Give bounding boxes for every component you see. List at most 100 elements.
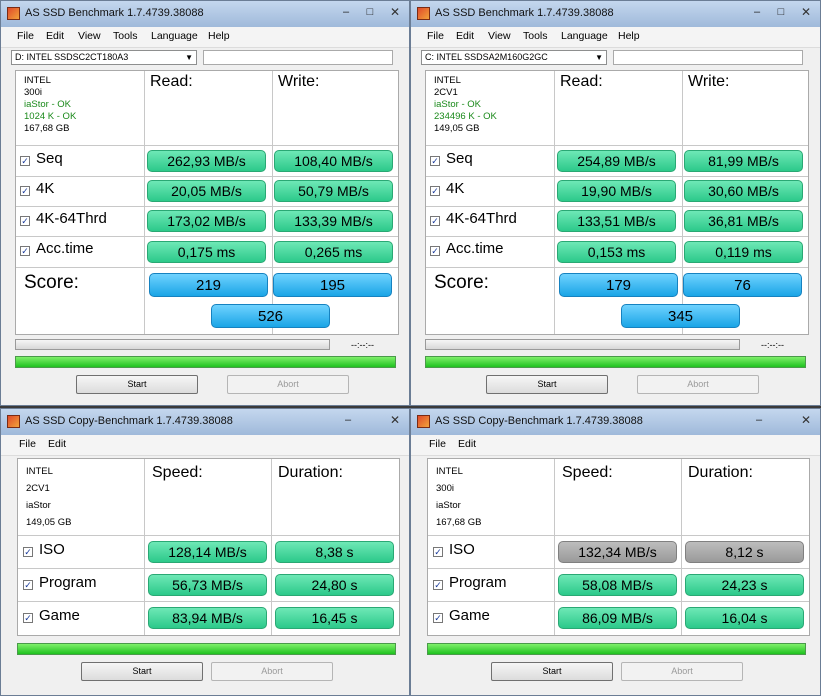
start-button[interactable]: Start bbox=[76, 375, 198, 394]
game-label: Game bbox=[39, 607, 80, 624]
minimize-button[interactable]: – bbox=[746, 4, 768, 21]
drive-select[interactable]: C: INTEL SSDSA2M160G2GC ▼ bbox=[421, 50, 607, 65]
menu-file[interactable]: File bbox=[17, 30, 34, 42]
title-bar[interactable]: AS SSD Copy-Benchmark 1.7.4739.38088 – ✕ bbox=[1, 409, 409, 436]
grid-divider bbox=[16, 267, 398, 268]
close-button[interactable]: ✕ bbox=[383, 412, 407, 429]
drive-info: INTEL 300i iaStor - OK 1024 K - OK 167,6… bbox=[24, 75, 76, 135]
copy-benchmark-window-2: AS SSD Copy-Benchmark 1.7.4739.38088 – ✕… bbox=[410, 408, 821, 696]
4k-checkbox[interactable]: ✓ bbox=[430, 186, 440, 196]
grid-divider bbox=[426, 236, 808, 237]
grid-divider bbox=[16, 176, 398, 177]
menu-help[interactable]: Help bbox=[618, 30, 640, 42]
start-button[interactable]: Start bbox=[81, 662, 203, 681]
abort-button[interactable]: Abort bbox=[227, 375, 349, 394]
minimize-button[interactable]: – bbox=[337, 412, 359, 429]
drive-select[interactable]: D: INTEL SSDSC2CT180A3 ▼ bbox=[11, 50, 197, 65]
menu-file[interactable]: File bbox=[429, 438, 446, 450]
grid-divider bbox=[426, 267, 808, 268]
minimize-button[interactable]: – bbox=[335, 4, 357, 21]
iso-checkbox[interactable]: ✓ bbox=[23, 547, 33, 557]
4k-checkbox[interactable]: ✓ bbox=[20, 186, 30, 196]
menu-view[interactable]: View bbox=[78, 30, 101, 42]
window-content: C: INTEL SSDSA2M160G2GC ▼ INTEL 2CV1 iaS… bbox=[411, 48, 820, 405]
drive-info: INTEL 300i iaStor 167,68 GB bbox=[436, 463, 481, 531]
iso-duration-value: 8,38 s bbox=[275, 541, 394, 563]
acctime-checkbox[interactable]: ✓ bbox=[20, 246, 30, 256]
menu-file[interactable]: File bbox=[19, 438, 36, 450]
maximize-button[interactable]: □ bbox=[359, 4, 381, 21]
title-bar[interactable]: AS SSD Copy-Benchmark 1.7.4739.38088 – ✕ bbox=[411, 409, 820, 436]
total-progress-bar bbox=[15, 356, 396, 368]
alignment-status: 1024 K - OK bbox=[24, 111, 77, 122]
menu-edit[interactable]: Edit bbox=[456, 30, 474, 42]
start-button[interactable]: Start bbox=[486, 375, 608, 394]
menu-language[interactable]: Language bbox=[561, 30, 608, 42]
4k-label: 4K bbox=[36, 180, 55, 197]
program-checkbox[interactable]: ✓ bbox=[23, 580, 33, 590]
iso-checkbox[interactable]: ✓ bbox=[433, 547, 443, 557]
title-bar[interactable]: AS SSD Benchmark 1.7.4739.38088 – □ ✕ bbox=[411, 1, 820, 28]
grid-divider bbox=[428, 568, 809, 569]
menu-help[interactable]: Help bbox=[208, 30, 230, 42]
menu-language[interactable]: Language bbox=[151, 30, 198, 42]
seq-write-value: 108,40 MB/s bbox=[274, 150, 393, 172]
score-label: Score: bbox=[434, 272, 489, 293]
menu-edit[interactable]: Edit bbox=[458, 438, 476, 450]
acctime-label: Acc.time bbox=[36, 240, 94, 257]
write-header: Write: bbox=[278, 73, 320, 90]
drive-info: INTEL 2CV1 iaStor - OK 234496 K - OK 149… bbox=[434, 75, 497, 135]
game-checkbox[interactable]: ✓ bbox=[433, 613, 443, 623]
abort-button[interactable]: Abort bbox=[211, 662, 333, 681]
menu-bar: File Edit View Tools Language Help bbox=[1, 27, 409, 48]
abort-button[interactable]: Abort bbox=[637, 375, 759, 394]
program-label: Program bbox=[39, 574, 97, 591]
menu-bar: File Edit View Tools Language Help bbox=[411, 27, 820, 48]
elapsed-time: --:--:-- bbox=[761, 340, 784, 350]
grid-divider bbox=[428, 535, 809, 536]
program-checkbox[interactable]: ✓ bbox=[433, 580, 443, 590]
close-button[interactable]: ✕ bbox=[383, 4, 407, 21]
app-icon bbox=[417, 415, 430, 428]
start-button[interactable]: Start bbox=[491, 662, 613, 681]
grid-divider bbox=[16, 236, 398, 237]
driver-name: iaStor bbox=[436, 500, 461, 511]
menu-edit[interactable]: Edit bbox=[46, 30, 64, 42]
game-duration-value: 16,45 s bbox=[275, 607, 394, 629]
menu-view[interactable]: View bbox=[488, 30, 511, 42]
abort-button[interactable]: Abort bbox=[621, 662, 743, 681]
iso-speed-value: 132,34 MB/s bbox=[558, 541, 677, 563]
4k-read-value: 19,90 MB/s bbox=[557, 180, 676, 202]
total-progress-bar bbox=[17, 643, 396, 655]
menu-file[interactable]: File bbox=[427, 30, 444, 42]
score-total: 345 bbox=[621, 304, 740, 328]
grid-divider bbox=[426, 206, 808, 207]
seq-checkbox[interactable]: ✓ bbox=[430, 156, 440, 166]
driver-name: iaStor bbox=[26, 500, 51, 511]
acctime-checkbox[interactable]: ✓ bbox=[430, 246, 440, 256]
window-content: INTEL 2CV1 iaStor 149,05 GB Speed: Durat… bbox=[1, 456, 409, 695]
menu-tools[interactable]: Tools bbox=[113, 30, 138, 42]
chevron-down-icon: ▼ bbox=[185, 53, 193, 62]
iso-label: ISO bbox=[39, 541, 65, 558]
program-duration-value: 24,23 s bbox=[685, 574, 804, 596]
menu-tools[interactable]: Tools bbox=[523, 30, 548, 42]
title-bar[interactable]: AS SSD Benchmark 1.7.4739.38088 – □ ✕ bbox=[1, 1, 409, 28]
minimize-button[interactable]: – bbox=[748, 412, 770, 429]
maximize-button[interactable]: □ bbox=[770, 4, 792, 21]
4k64-read-value: 173,02 MB/s bbox=[147, 210, 266, 232]
drive-vendor: INTEL bbox=[26, 466, 53, 477]
game-checkbox[interactable]: ✓ bbox=[23, 613, 33, 623]
menu-edit[interactable]: Edit bbox=[48, 438, 66, 450]
grid-divider bbox=[18, 535, 399, 536]
4k64-checkbox[interactable]: ✓ bbox=[430, 216, 440, 226]
4k64-checkbox[interactable]: ✓ bbox=[20, 216, 30, 226]
program-speed-value: 58,08 MB/s bbox=[558, 574, 677, 596]
seq-read-value: 254,89 MB/s bbox=[557, 150, 676, 172]
grid-divider bbox=[16, 145, 398, 146]
seq-checkbox[interactable]: ✓ bbox=[20, 156, 30, 166]
close-button[interactable]: ✕ bbox=[794, 4, 818, 21]
drive-vendor: INTEL bbox=[24, 75, 51, 86]
benchmark-window-1: AS SSD Benchmark 1.7.4739.38088 – □ ✕ Fi… bbox=[0, 0, 410, 406]
close-button[interactable]: ✕ bbox=[794, 412, 818, 429]
